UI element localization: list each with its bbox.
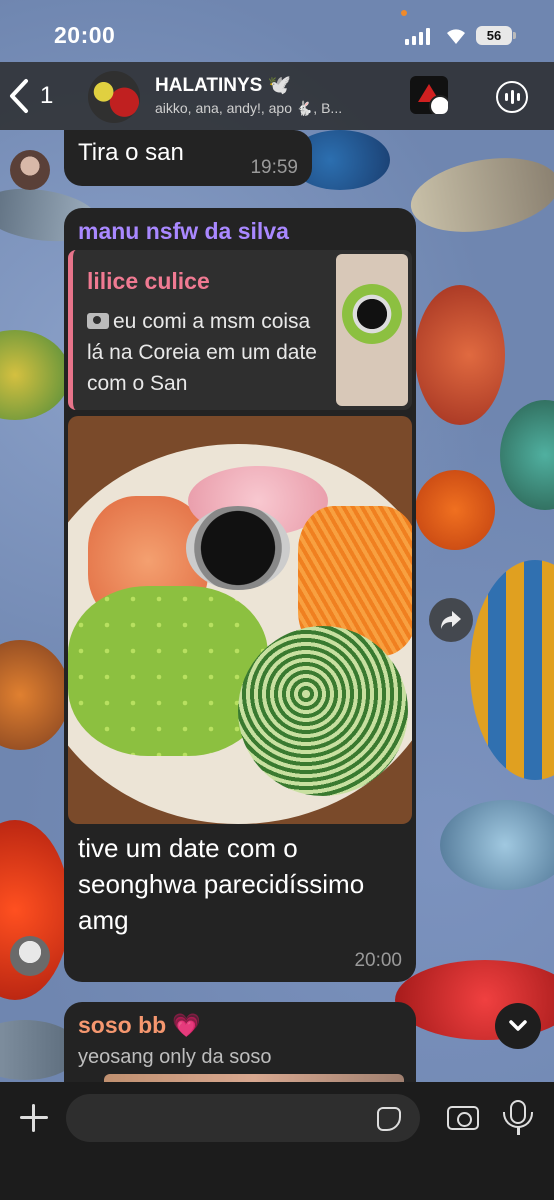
battery-icon: 56 (476, 26, 512, 45)
message-time: 20:00 (354, 950, 402, 971)
message-bubble[interactable]: Tira o san 19:59 (64, 130, 312, 186)
privacy-indicator (401, 10, 407, 16)
sender-name[interactable]: soso bb 💗 (78, 1012, 201, 1039)
message-bubble[interactable]: manu nsfw da silva lilice culice eu comi… (64, 208, 416, 982)
chevron-down-icon (509, 1020, 527, 1031)
status-time: 20:00 (54, 22, 116, 48)
heart-emoji: 💗 (172, 1012, 201, 1038)
reply-thumbnail (336, 254, 408, 406)
chevron-left-icon (10, 79, 28, 113)
camera-icon[interactable] (447, 1106, 479, 1130)
reply-text: eu comi a msm coisa lá na Coreia em um d… (87, 310, 317, 395)
group-avatar[interactable] (88, 71, 140, 123)
message-text: Tira o san (78, 139, 184, 166)
group-title[interactable]: HALATINYS 🕊️ (155, 73, 291, 97)
community-icon[interactable] (410, 76, 448, 114)
scroll-down-button[interactable] (495, 1003, 541, 1049)
group-members[interactable]: aikko, ana, andy!, apo 🐇, B... (155, 100, 400, 117)
message-text: yeosang only da soso (78, 1046, 272, 1068)
chat-header: 1 HALATINYS 🕊️ aikko, ana, andy!, apo 🐇,… (0, 62, 554, 130)
camera-icon (87, 313, 109, 329)
signal-icon (405, 28, 430, 45)
message-input[interactable] (66, 1094, 420, 1142)
attach-plus-icon[interactable] (18, 1102, 50, 1134)
sender-avatar[interactable] (10, 936, 50, 976)
sender-name[interactable]: manu nsfw da silva (78, 218, 289, 245)
message-text: tive um date com o seonghwa parecidíssim… (78, 833, 365, 935)
share-arrow-icon (441, 611, 461, 629)
forward-button[interactable] (429, 598, 473, 642)
reply-quote[interactable]: lilice culice eu comi a msm coisa lá na … (68, 250, 412, 410)
unread-count: 1 (40, 82, 54, 109)
back-button[interactable]: 1 (8, 76, 68, 116)
message-photo[interactable] (68, 416, 412, 824)
sender-avatar[interactable] (10, 150, 50, 190)
voice-chat-icon[interactable] (496, 81, 528, 113)
message-time: 19:59 (250, 157, 298, 178)
status-bar: 20:00 56 (0, 0, 554, 70)
reply-sender: lilice culice (87, 268, 210, 294)
wifi-icon (447, 29, 465, 44)
message-composer (0, 1082, 554, 1200)
